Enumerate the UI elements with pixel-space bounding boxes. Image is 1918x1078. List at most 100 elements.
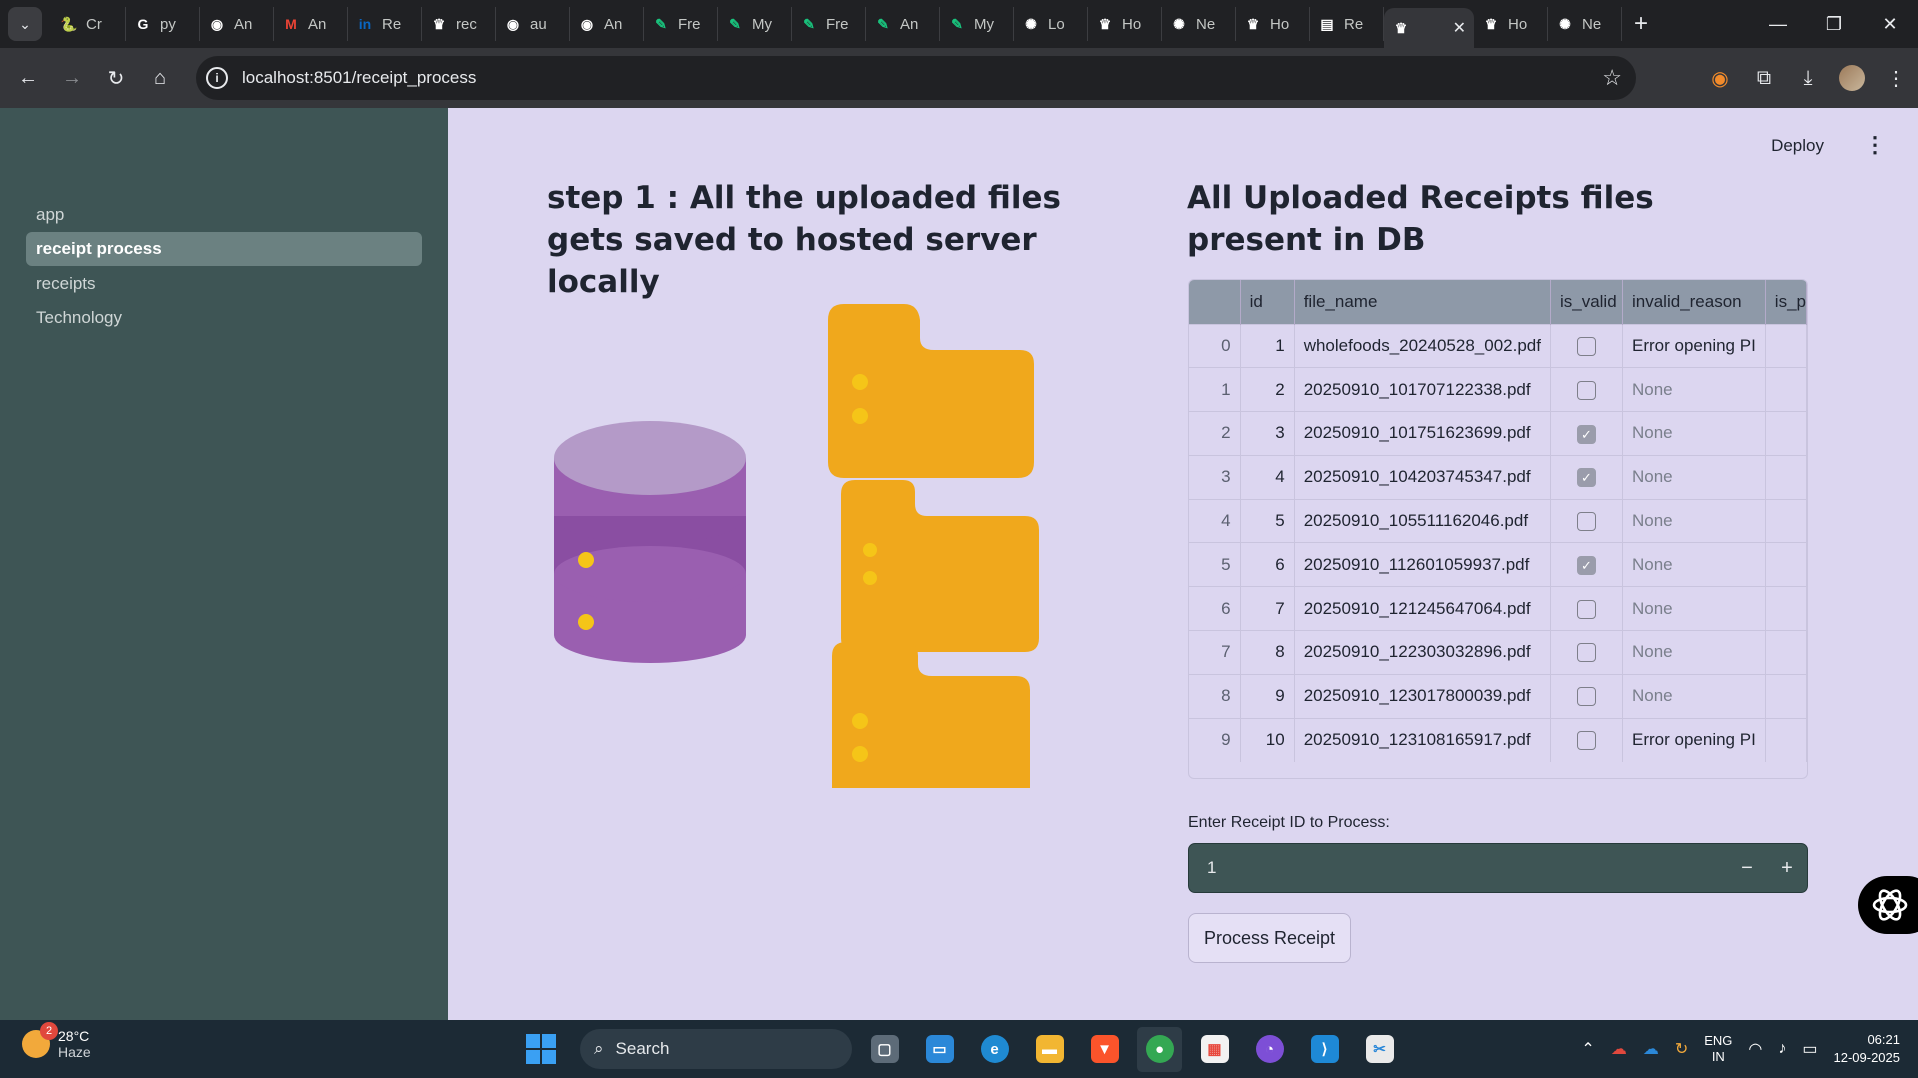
table-row[interactable]: 3 4 20250910_104203745347.pdf ✓ None <box>1189 454 1807 500</box>
battery-icon[interactable]: ▭ <box>1802 1039 1817 1059</box>
cell-id[interactable]: 6 <box>1240 542 1295 587</box>
cell-invalid-reason[interactable]: None <box>1622 673 1766 719</box>
browser-tab[interactable]: ♛ ✕ <box>1384 8 1474 48</box>
table-row[interactable]: 9 10 20250910_123108165917.pdf Error openin… <box>1189 717 1807 762</box>
is-valid-checkbox[interactable] <box>1576 599 1596 619</box>
sidebar-item-receipts[interactable]: receipts <box>26 267 422 301</box>
cell-is-valid[interactable] <box>1550 323 1624 368</box>
profile-avatar[interactable] <box>1839 65 1865 91</box>
cell-is-valid[interactable] <box>1550 673 1624 719</box>
cell-is-p[interactable] <box>1765 542 1807 587</box>
cell-is-p[interactable] <box>1765 630 1807 675</box>
cell-is-valid[interactable] <box>1550 367 1624 412</box>
cell-index[interactable]: 0 <box>1189 323 1241 368</box>
browser-tab[interactable]: 🐍 Cr <box>52 7 126 41</box>
browser-tab[interactable]: ✺ Ne <box>1548 7 1622 41</box>
cell-index[interactable]: 3 <box>1189 454 1241 500</box>
sidebar-item-receipt-process[interactable]: receipt process <box>26 232 422 266</box>
cell-is-valid[interactable]: ✓ <box>1550 454 1624 500</box>
minimize-icon[interactable]: — <box>1750 0 1806 48</box>
cell-file-name[interactable]: 20250910_121245647064.pdf <box>1294 586 1551 631</box>
cell-file-name[interactable]: 20250910_101707122338.pdf <box>1294 367 1551 412</box>
forward-icon[interactable]: → <box>50 56 94 100</box>
cell-invalid-reason[interactable]: None <box>1622 586 1766 631</box>
cell-is-p[interactable] <box>1765 323 1807 368</box>
chrome-icon[interactable]: ● <box>1137 1026 1182 1072</box>
receipt-id-value[interactable]: 1 <box>1189 858 1727 878</box>
browser-tab[interactable]: ◉ An <box>570 7 644 41</box>
column-header-id[interactable]: id <box>1240 280 1295 324</box>
table-row[interactable]: 2 3 20250910_101751623699.pdf ✓ None <box>1189 411 1807 456</box>
browser-tab[interactable]: ◉ An <box>200 7 274 41</box>
cell-file-name[interactable]: 20250910_101751623699.pdf <box>1294 411 1551 456</box>
address-bar[interactable]: i localhost:8501/receipt_process ☆ <box>196 56 1636 100</box>
column-header-file-name[interactable]: file_name <box>1294 280 1551 324</box>
column-header-index[interactable] <box>1189 280 1241 324</box>
cell-is-p[interactable] <box>1765 367 1807 412</box>
taskbar-search[interactable]: ⌕ Search <box>580 1029 852 1069</box>
cell-id[interactable]: 3 <box>1240 411 1295 456</box>
cell-is-p[interactable] <box>1765 454 1807 500</box>
browser-tab[interactable]: ✎ My <box>718 7 792 41</box>
process-receipt-button[interactable]: Process Receipt <box>1188 913 1351 963</box>
back-icon[interactable]: ← <box>6 56 50 100</box>
cell-invalid-reason[interactable]: None <box>1622 498 1766 543</box>
language-indicator[interactable]: ENG IN <box>1704 1033 1732 1065</box>
weather-widget[interactable]: 2 28°C Haze <box>22 1022 91 1060</box>
cell-is-valid[interactable] <box>1550 498 1624 543</box>
is-valid-checkbox[interactable] <box>1576 336 1596 356</box>
is-valid-checkbox[interactable]: ✓ <box>1576 555 1596 575</box>
browser-tab[interactable]: Gpy <box>126 7 200 41</box>
browser-tab[interactable]: ✺ Lo <box>1014 7 1088 41</box>
cell-id[interactable]: 9 <box>1240 673 1295 719</box>
browser-tab[interactable]: ♛ Ho <box>1088 7 1162 41</box>
browser-tab[interactable]: ✎ Fre <box>792 7 866 41</box>
cell-invalid-reason[interactable]: None <box>1622 630 1766 675</box>
onedrive-icon[interactable]: ☁ <box>1643 1039 1659 1059</box>
cell-is-valid[interactable] <box>1550 630 1624 675</box>
cell-is-p[interactable] <box>1765 673 1807 719</box>
browser-tab[interactable]: ▤ Re <box>1310 7 1384 41</box>
cell-file-name[interactable]: wholefoods_20240528_002.pdf <box>1294 323 1551 368</box>
url-text[interactable]: localhost:8501/receipt_process <box>242 68 476 88</box>
column-header-is-valid[interactable]: is_valid <box>1550 280 1624 324</box>
browser-tab[interactable]: ✎ Fre <box>644 7 718 41</box>
cell-id[interactable]: 8 <box>1240 630 1295 675</box>
download-icon[interactable]: ⤓ <box>1786 56 1830 100</box>
close-tab-icon[interactable]: ✕ <box>1453 18 1466 38</box>
receipts-table[interactable]: id file_name is_valid invalid_reason is_… <box>1188 279 1808 779</box>
cell-invalid-reason[interactable]: Error opening PI <box>1622 717 1766 762</box>
cell-invalid-reason[interactable]: None <box>1622 411 1766 456</box>
file-explorer-icon[interactable]: ▬ <box>1027 1027 1072 1072</box>
is-valid-checkbox[interactable] <box>1576 643 1596 663</box>
cell-is-valid[interactable] <box>1550 586 1624 631</box>
browser-tab[interactable]: ✎ An <box>866 7 940 41</box>
reload-icon[interactable]: ↻ <box>94 56 138 100</box>
cell-index[interactable]: 5 <box>1189 542 1241 587</box>
chevron-up-icon[interactable]: ⌃ <box>1581 1039 1594 1059</box>
clock[interactable]: 06:21 12-09-2025 <box>1834 1031 1901 1067</box>
extension-icon[interactable]: ◉ <box>1698 56 1742 100</box>
is-valid-checkbox[interactable] <box>1576 687 1596 707</box>
table-row[interactable]: 6 7 20250910_121245647064.pdf None <box>1189 586 1807 631</box>
restore-icon[interactable]: ❐ <box>1806 0 1862 48</box>
browser-tab[interactable]: ✎ My <box>940 7 1014 41</box>
deploy-button[interactable]: Deploy <box>1771 136 1824 156</box>
home-icon[interactable]: ⌂ <box>138 56 182 100</box>
is-valid-checkbox[interactable] <box>1576 380 1596 400</box>
cell-is-p[interactable] <box>1765 498 1807 543</box>
table-row[interactable]: 0 1 wholefoods_20240528_002.pdf Error openi… <box>1189 323 1807 368</box>
close-window-icon[interactable]: ✕ <box>1862 0 1918 48</box>
windows-start-icon[interactable] <box>526 1034 556 1064</box>
volume-icon[interactable]: ♪ <box>1778 1040 1786 1058</box>
cell-index[interactable]: 4 <box>1189 498 1241 543</box>
table-row[interactable]: 8 9 20250910_123017800039.pdf None <box>1189 673 1807 719</box>
cell-is-valid[interactable]: ✓ <box>1550 542 1624 587</box>
cell-file-name[interactable]: 20250910_122303032896.pdf <box>1294 630 1551 675</box>
cell-id[interactable]: 4 <box>1240 454 1295 500</box>
cell-id[interactable]: 5 <box>1240 498 1295 543</box>
snipping-tool-icon[interactable]: ✂ <box>1357 1027 1402 1072</box>
column-header-invalid-reason[interactable]: invalid_reason <box>1622 280 1766 324</box>
decrement-button[interactable]: − <box>1727 857 1767 880</box>
column-header-is-p[interactable]: is_p <box>1765 280 1807 324</box>
